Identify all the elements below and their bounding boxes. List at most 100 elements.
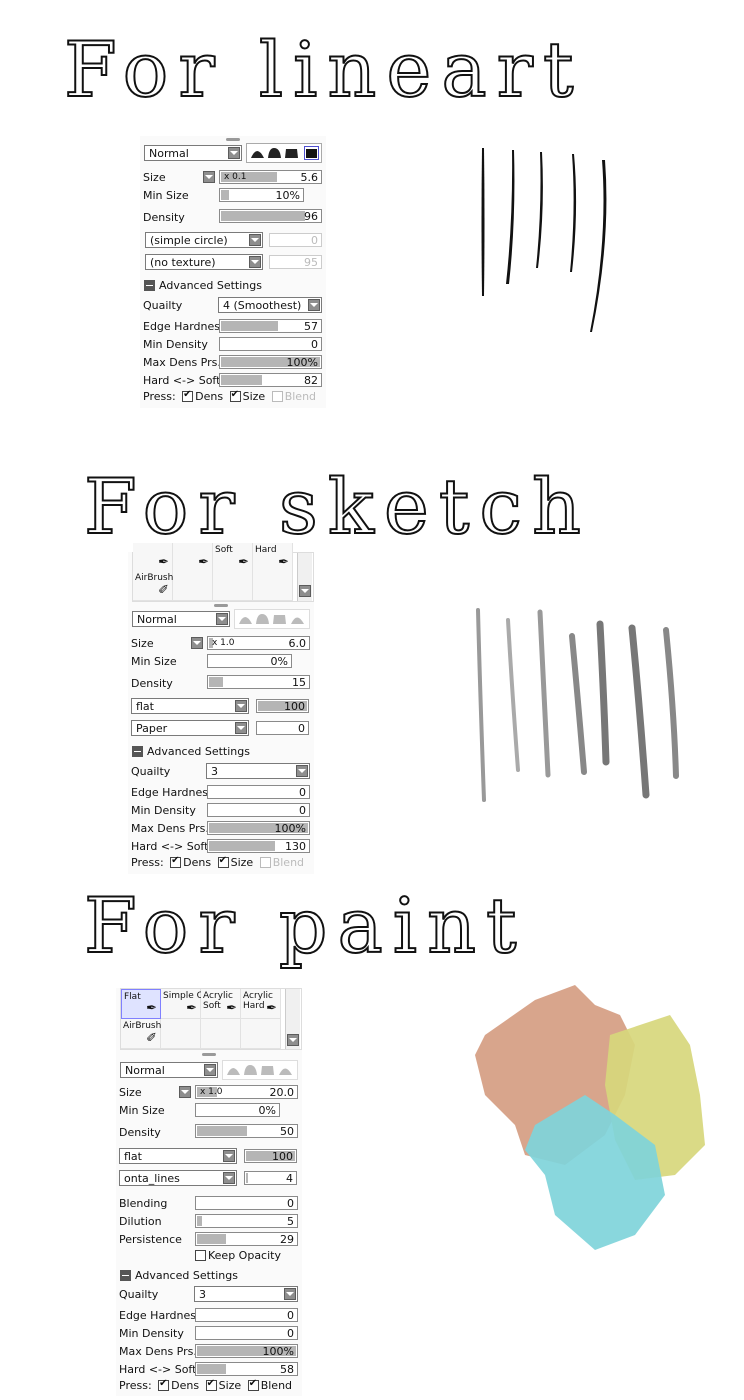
- edge-hardness-slider[interactable]: 0: [195, 1308, 298, 1322]
- brush-slot-acrylic-hard[interactable]: Acrylic Hard ✒: [241, 989, 281, 1019]
- brush-shape-strength[interactable]: 100: [256, 699, 309, 713]
- chevron-down-icon: [204, 1064, 216, 1076]
- texture-select[interactable]: onta_lines: [119, 1170, 237, 1186]
- panel-grip[interactable]: [214, 604, 228, 607]
- brush-slot-acrylic-soft[interactable]: Acrylic Soft ✒: [201, 989, 241, 1019]
- size-multiplier-button[interactable]: [191, 637, 203, 649]
- brush-slot-empty[interactable]: [213, 571, 253, 601]
- brush-shape-select[interactable]: flat: [131, 698, 249, 714]
- advanced-settings-toggle[interactable]: Advanced Settings: [132, 745, 250, 758]
- brush-slot-simple-circle[interactable]: Simple C ✒: [161, 989, 203, 1019]
- shape-medium-icon[interactable]: [268, 148, 281, 158]
- brush-slot-flat[interactable]: Flat ✒: [121, 989, 161, 1019]
- min-size-slider[interactable]: 0%: [207, 654, 292, 668]
- edge-hardness-slider[interactable]: 57: [219, 319, 322, 333]
- texture-select[interactable]: (no texture): [145, 254, 263, 270]
- shape-hard-icon[interactable]: [273, 614, 286, 624]
- panel-grip[interactable]: [226, 138, 240, 141]
- chevron-down-icon[interactable]: [287, 1034, 299, 1046]
- texture-strength[interactable]: 4: [244, 1171, 297, 1185]
- brush-shape-select[interactable]: flat: [119, 1148, 237, 1164]
- brush-shape-buttons[interactable]: [222, 1060, 298, 1080]
- brush-grid-scrollbar[interactable]: [297, 553, 312, 601]
- chevron-down-icon: [223, 1150, 235, 1162]
- texture-select[interactable]: Paper: [131, 720, 249, 736]
- size-slider[interactable]: x 1.0 6.0: [207, 636, 310, 650]
- shape-flat-icon[interactable]: [279, 1065, 292, 1075]
- press-blend-checkbox[interactable]: [259, 857, 271, 868]
- shape-soft-icon[interactable]: [239, 614, 252, 624]
- max-dens-slider[interactable]: 100%: [219, 355, 322, 369]
- brush-slot-empty[interactable]: [173, 571, 213, 601]
- brush-grid-scrollbar[interactable]: [285, 989, 300, 1049]
- press-dens-checkbox[interactable]: [182, 389, 194, 402]
- press-dens-checkbox[interactable]: [158, 1378, 170, 1391]
- shape-medium-icon[interactable]: [244, 1065, 257, 1075]
- brush-slot-airbrush[interactable]: AirBrush ✐: [133, 571, 173, 601]
- max-dens-slider[interactable]: 100%: [195, 1344, 298, 1358]
- brush-slot-empty[interactable]: [161, 1019, 201, 1049]
- brush-slot-airbrush[interactable]: AirBrush ✐: [121, 1019, 161, 1049]
- brush-shape-strength[interactable]: 100: [244, 1149, 297, 1163]
- shape-flat-icon[interactable]: [304, 146, 319, 160]
- brush-slot-empty[interactable]: [253, 571, 293, 601]
- blend-mode-select[interactable]: Normal: [120, 1062, 218, 1078]
- blend-mode-select[interactable]: Normal: [132, 611, 230, 627]
- min-density-slider[interactable]: 0: [219, 337, 322, 351]
- press-size-checkbox[interactable]: [205, 1378, 217, 1391]
- shape-flat-icon[interactable]: [291, 614, 304, 624]
- brush-slot[interactable]: ✒: [173, 543, 213, 573]
- min-density-slider[interactable]: 0: [207, 803, 310, 817]
- brush-shape-buttons[interactable]: [234, 609, 310, 629]
- shape-soft-icon[interactable]: [227, 1065, 240, 1075]
- edge-hardness-slider[interactable]: 0: [207, 785, 310, 799]
- size-multiplier-button[interactable]: [203, 171, 215, 183]
- advanced-settings-toggle[interactable]: Advanced Settings: [120, 1269, 238, 1282]
- texture-strength[interactable]: 0: [256, 721, 309, 735]
- hard-soft-slider[interactable]: 82: [219, 373, 322, 387]
- texture-strength: 95: [269, 255, 322, 269]
- shape-hard-icon[interactable]: [261, 1065, 274, 1075]
- press-blend-checkbox[interactable]: [247, 1378, 259, 1391]
- brush-slot-empty[interactable]: [241, 1019, 281, 1049]
- persistence-slider[interactable]: 29: [195, 1232, 298, 1246]
- chevron-down-icon[interactable]: [299, 585, 311, 597]
- shape-medium-icon[interactable]: [256, 614, 269, 624]
- size-slider[interactable]: x 1.0 20.0: [195, 1085, 298, 1099]
- quality-select[interactable]: 3: [194, 1286, 298, 1302]
- density-slider[interactable]: 96: [219, 209, 322, 223]
- quality-select[interactable]: 3: [206, 763, 310, 779]
- brush-slot-empty[interactable]: [201, 1019, 241, 1049]
- max-dens-slider[interactable]: 100%: [207, 821, 310, 835]
- blend-mode-select[interactable]: Normal: [144, 145, 242, 161]
- min-size-slider[interactable]: 10%: [219, 188, 304, 202]
- brush-slot[interactable]: ✒: [133, 543, 173, 573]
- advanced-settings-toggle[interactable]: Advanced Settings: [144, 279, 262, 292]
- brush-slot-hard[interactable]: Hard ✒: [253, 543, 293, 573]
- keep-opacity-checkbox[interactable]: [195, 1250, 206, 1261]
- quality-select[interactable]: 4 (Smoothest): [218, 297, 322, 313]
- press-size-checkbox[interactable]: [217, 855, 229, 868]
- hard-soft-slider[interactable]: 58: [195, 1362, 298, 1376]
- shape-hard-icon[interactable]: [285, 148, 298, 158]
- press-blend-checkbox[interactable]: [271, 391, 283, 402]
- min-density-slider[interactable]: 0: [195, 1326, 298, 1340]
- press-size-checkbox[interactable]: [229, 389, 241, 402]
- chevron-down-icon: [249, 234, 261, 246]
- density-slider[interactable]: 15: [207, 675, 310, 689]
- hard-soft-slider[interactable]: 130: [207, 839, 310, 853]
- blending-slider[interactable]: 0: [195, 1196, 298, 1210]
- brush-shape-buttons[interactable]: [246, 143, 322, 163]
- density-slider[interactable]: 50: [195, 1124, 298, 1138]
- size-slider[interactable]: x 0.1 5.6: [219, 170, 322, 184]
- size-multiplier-button[interactable]: [179, 1086, 191, 1098]
- collapse-icon: [144, 280, 155, 291]
- press-dens-checkbox[interactable]: [170, 855, 182, 868]
- min-size-slider[interactable]: 0%: [195, 1103, 280, 1117]
- panel-grip[interactable]: [202, 1053, 216, 1056]
- shape-soft-icon[interactable]: [251, 148, 264, 158]
- dilution-slider[interactable]: 5: [195, 1214, 298, 1228]
- size-row: Size x 1.0 6.0: [131, 635, 311, 653]
- brush-shape-select[interactable]: (simple circle): [145, 232, 263, 248]
- brush-slot-soft[interactable]: Soft ✒: [213, 543, 253, 573]
